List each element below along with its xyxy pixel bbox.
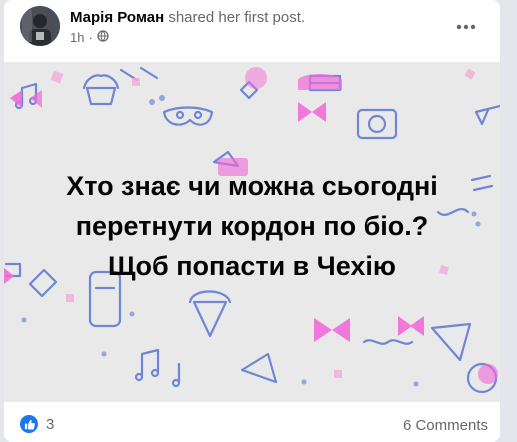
post-card: Марія Роман shared her first post. 1h · — [4, 0, 500, 442]
reaction-summary[interactable]: 3 — [20, 415, 54, 433]
post-footer: 3 6 Comments — [4, 405, 500, 442]
reaction-count: 3 — [46, 415, 55, 433]
post-header: Марія Роман shared her first post. 1h · — [4, 0, 500, 58]
like-icon — [20, 415, 38, 433]
avatar[interactable] — [20, 6, 60, 46]
post-background-banner: Хто знає чи можна сьогодні перетнути кор… — [4, 62, 500, 402]
more-options-button[interactable] — [452, 12, 480, 40]
comments-count-link[interactable]: 6 Comments — [403, 417, 488, 434]
post-text-line: перетнути кордон по біо.? — [75, 211, 429, 241]
post-byline: Марія Роман shared her first post. — [70, 9, 305, 26]
post-meta: 1h · — [70, 30, 109, 45]
author-name[interactable]: Марія Роман — [70, 9, 164, 26]
ellipsis-icon — [456, 17, 476, 35]
post-text: Хто знає чи можна сьогодні перетнути кор… — [4, 166, 500, 286]
meta-separator: · — [88, 30, 93, 45]
post-text-line: Хто знає чи можна сьогодні — [66, 171, 438, 201]
post-action-text: shared her first post. — [164, 9, 306, 26]
post-timestamp[interactable]: 1h — [70, 30, 84, 45]
post-text-line: Щоб попасти в Чехію — [108, 251, 396, 281]
globe-icon — [97, 30, 109, 45]
